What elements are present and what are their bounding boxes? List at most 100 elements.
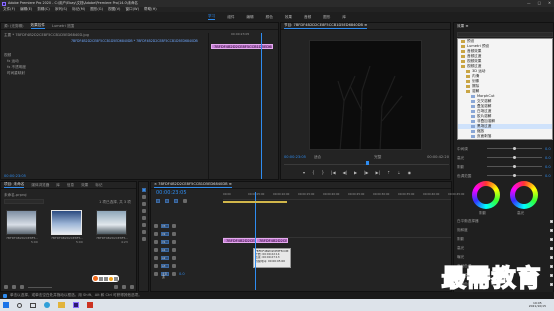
track-header-6[interactable]: 主声道 0.0 (154, 270, 220, 279)
minimize-button[interactable]: — (527, 1, 531, 5)
slider-1[interactable] (487, 147, 542, 150)
workspace-tab-3[interactable]: 颜色 (266, 15, 273, 19)
menu-item-4[interactable]: 标记(M) (72, 7, 85, 11)
slider-3[interactable] (487, 165, 542, 168)
menu-item-6[interactable]: 视图(V) (108, 7, 120, 11)
lumetri-value-1[interactable]: 0.0 (545, 156, 551, 160)
app-taskbar-icon[interactable] (87, 302, 93, 308)
quality-dropdown[interactable]: 完整 (374, 155, 381, 159)
timeline-timecode[interactable]: 00:00:23:05 (156, 190, 187, 197)
search-taskbar-icon[interactable] (17, 302, 22, 308)
play-icon[interactable]: ▶ (354, 170, 357, 176)
project-thumb-3[interactable] (96, 210, 127, 235)
ime-mode-icon[interactable] (99, 276, 103, 281)
razor-tool-icon[interactable] (142, 209, 146, 213)
workspace-tab-7[interactable]: 库 (342, 15, 346, 19)
selection-tool-icon[interactable] (142, 188, 146, 192)
lock-icon[interactable] (154, 232, 158, 236)
workspace-tab-1[interactable]: 组件 (227, 15, 234, 19)
project-thumb-2[interactable] (51, 210, 82, 235)
lock-icon[interactable] (154, 240, 158, 244)
track-header-3[interactable]: A1 (154, 246, 220, 254)
project-search[interactable] (4, 199, 44, 204)
slip-tool-icon[interactable] (142, 216, 146, 220)
project-tab-4[interactable]: 效果 (81, 183, 88, 187)
step-forward-icon[interactable]: |▶ (364, 170, 368, 176)
effects-tree-item-19[interactable]: 页面剥落 (458, 134, 552, 139)
icon-view-icon[interactable] (12, 285, 16, 289)
track-header-0[interactable]: V3 (154, 222, 220, 230)
program-scrubber[interactable] (284, 161, 449, 165)
maximize-button[interactable]: □ (538, 1, 541, 5)
trash-icon[interactable] (130, 285, 134, 289)
option-checkbox-4[interactable] (550, 220, 553, 223)
effect-clip-bar[interactable]: 7BFDF4B2D2CE8F5CCB1D5ED6840DB (211, 44, 273, 49)
freeform-view-icon[interactable] (20, 285, 24, 289)
lock-icon[interactable] (154, 224, 158, 228)
project-tab-0[interactable]: 项目: 未命名 (4, 182, 25, 188)
timeline-playhead[interactable] (255, 192, 256, 290)
linked-selection-icon[interactable] (165, 199, 169, 203)
type-tool-icon[interactable] (142, 237, 146, 241)
step-back-icon[interactable]: ◀| (343, 170, 347, 176)
goto-out-icon[interactable]: ▶| (376, 170, 380, 176)
eye-icon[interactable] (172, 232, 176, 236)
lift-icon[interactable]: ⇡ (387, 170, 390, 176)
work-area-bar[interactable] (223, 201, 287, 203)
program-playhead[interactable] (366, 161, 369, 165)
project-tab-2[interactable]: 库 (56, 183, 60, 187)
lock-icon[interactable] (154, 264, 158, 268)
workspace-tab-6[interactable]: 图形 (323, 15, 330, 19)
snap-icon[interactable] (156, 199, 160, 203)
workspace-tab-0[interactable]: 学习 (208, 14, 216, 20)
effect-playhead[interactable] (261, 33, 262, 179)
option-checkbox-6[interactable] (550, 238, 553, 241)
mute-icon[interactable] (172, 272, 176, 276)
slider-2[interactable] (487, 156, 542, 159)
menu-item-7[interactable]: 窗口(W) (125, 7, 139, 11)
menu-item-2[interactable]: 剪辑(C) (37, 7, 50, 11)
effect-property-3[interactable]: 时间重映射 (4, 71, 26, 77)
lumetri-value-0[interactable]: 0.0 (545, 147, 551, 151)
marker-icon[interactable]: ▾ (303, 170, 305, 176)
add-marker-icon[interactable] (174, 199, 178, 203)
track-select-tool-icon[interactable] (142, 195, 146, 199)
track-header-1[interactable]: V2 (154, 230, 220, 238)
pen-tool-icon[interactable] (142, 223, 146, 227)
ime-logo-icon[interactable] (93, 276, 98, 281)
track-label[interactable]: V1 (161, 240, 169, 244)
ripple-edit-tool-icon[interactable] (142, 202, 146, 206)
menu-item-3[interactable]: 序列(S) (55, 7, 67, 11)
mark-out-icon[interactable]: } (322, 170, 325, 176)
track-label[interactable]: A3 (161, 264, 169, 268)
ime-emoji-icon[interactable] (109, 276, 113, 281)
fit-dropdown[interactable]: 适合 (314, 155, 321, 159)
timeline-tab[interactable]: × 7BFDF4B2D2CE8F5CCB1D5ED6840DB ≡ (154, 182, 232, 188)
highlight-color-wheel[interactable] (510, 181, 538, 209)
eye-icon[interactable] (172, 224, 176, 228)
track-label[interactable]: A1 (161, 248, 169, 252)
ime-toolbar[interactable] (92, 275, 119, 282)
eye-icon[interactable] (172, 240, 176, 244)
mute-icon[interactable] (172, 248, 176, 252)
ime-keyboard-icon[interactable] (114, 276, 118, 281)
new-bin-icon[interactable] (114, 285, 118, 289)
slider-4[interactable] (487, 174, 542, 177)
option-checkbox-5[interactable] (550, 229, 553, 232)
track-label[interactable]: 主声道 (161, 272, 169, 279)
list-view-icon[interactable] (4, 285, 8, 289)
lock-icon[interactable] (154, 272, 158, 276)
workspace-tab-4[interactable]: 效果 (285, 15, 292, 19)
menu-item-8[interactable]: 帮助(H) (144, 7, 157, 11)
explorer-taskbar-icon[interactable] (58, 302, 65, 308)
menu-item-0[interactable]: 文件(F) (3, 7, 15, 11)
lock-icon[interactable] (154, 256, 158, 260)
workspace-tab-5[interactable]: 音频 (304, 15, 311, 19)
timeline-clip-2[interactable]: 7BFDF4B2D2CE8F5CCB1D (256, 238, 288, 243)
project-thumb-1[interactable] (6, 210, 37, 235)
windows-start-icon[interactable] (3, 302, 9, 308)
project-tab-3[interactable]: 信息 (67, 183, 74, 187)
mark-in-icon[interactable]: { (312, 170, 315, 176)
master-volume-value[interactable]: 0.0 (179, 272, 185, 276)
effects-search[interactable] (457, 32, 553, 37)
